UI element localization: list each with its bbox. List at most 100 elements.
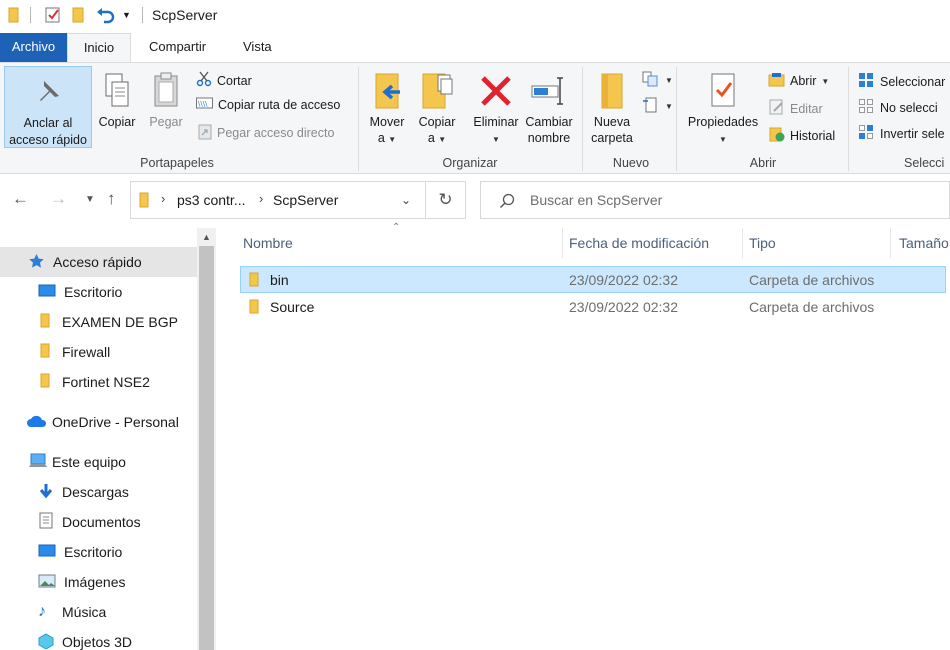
recent-locations-chevron-icon[interactable]: ▼ [85,194,95,205]
nav-item-imagenes[interactable]: Imágenes [0,567,197,597]
nav-item-escritorio-2[interactable]: Escritorio [0,537,197,567]
open-button[interactable]: Abrir ▼ [768,72,829,90]
sort-ascending-icon: ⌃ [392,222,401,233]
column-header-tamano[interactable]: Tamaño [899,228,950,258]
nav-item-escritorio[interactable]: Escritorio [0,277,197,307]
select-none-label: No selecci [880,100,938,115]
search-placeholder: Buscar en ScpServer [530,192,663,208]
new-folder-icon[interactable] [70,6,86,27]
paste-button[interactable]: Pegar [144,66,188,130]
nav-item-onedrive[interactable]: OneDrive - Personal [0,407,197,437]
breadcrumb-chevron-icon[interactable]: › [161,191,165,206]
scroll-up-icon[interactable]: ▲ [199,228,214,246]
file-row[interactable]: Source 23/09/2022 02:32 Carpeta de archi… [240,294,946,321]
move-to-a: a [377,131,385,145]
delete-caret-icon: ▼ [492,135,500,144]
forward-arrow-icon[interactable]: → [50,189,67,209]
new-item-button[interactable]: ▼ [642,71,673,90]
column-header-fecha[interactable]: Fecha de modificación [569,228,709,258]
edit-label: Editar [790,101,823,116]
move-to-button[interactable]: Mover a ▼ [364,66,410,148]
pin-quick-access-button[interactable]: Anclar al acceso rápido [4,66,92,148]
copy-button[interactable]: Copiar [94,66,140,130]
select-none-button[interactable]: No selecci [858,98,938,117]
title-divider [30,7,31,23]
ribbon: Anclar al acceso rápido Copiar Pegar Cor… [0,62,950,174]
desktop-icon [38,284,56,301]
move-to-caret-icon: ▼ [388,135,397,144]
group-label-nuevo: Nuevo [612,156,650,170]
address-dropdown-icon[interactable]: ⌄ [401,193,411,207]
search-box[interactable]: Buscar en ScpServer [480,181,950,219]
breadcrumb-ps3-controller[interactable]: ps3 contr... [177,192,245,208]
select-all-label: Seleccionar [880,74,946,89]
nav-item-quick-access[interactable]: Acceso rápido [0,247,197,277]
cut-button[interactable]: Cortar [196,71,252,90]
rename-button[interactable]: Cambiar nombre [522,66,576,146]
nav-item-objetos-3d[interactable]: Objetos 3D [0,627,197,650]
folder-icon [249,299,259,317]
rename-label-1: Cambiar [525,115,573,129]
copy-path-icon: \\\\ [196,97,213,112]
tab-inicio[interactable]: Inicio [67,33,131,63]
nav-item-fortinet[interactable]: Fortinet NSE2 [0,367,197,397]
column-header-nombre[interactable]: Nombre [243,228,293,258]
file-name: bin [270,272,289,288]
move-to-icon [364,66,410,110]
easy-access-button[interactable]: ▼ [642,97,673,116]
refresh-button[interactable]: ↻ [426,181,466,219]
group-label-abrir: Abrir [749,156,777,170]
nav-scrollbar-thumb[interactable] [199,246,214,650]
nav-label-examen-bgp: EXAMEN DE BGP [62,314,178,330]
rename-label-2: nombre [527,131,571,145]
column-header-tipo[interactable]: Tipo [749,228,776,258]
nav-item-documentos[interactable]: Documentos [0,507,197,537]
tab-compartir[interactable]: Compartir [137,33,218,62]
invert-selection-button[interactable]: Invertir sele [858,124,945,143]
select-all-button[interactable]: Seleccionar [858,72,945,91]
breadcrumb-chevron-icon-2[interactable]: › [259,191,263,206]
customize-toolbar-icon[interactable]: ▼ [122,10,131,20]
ribbon-tabs: Archivo Inicio Compartir Vista [0,32,950,63]
nav-item-this-pc[interactable]: Este equipo [0,447,197,477]
download-arrow-icon [38,483,54,502]
breadcrumb-scpserver[interactable]: ScpServer [273,192,338,208]
nav-label-fortinet: Fortinet NSE2 [62,374,150,390]
properties-button[interactable]: Propiedades ▼ [684,66,762,148]
new-folder-big-icon [586,66,638,110]
computer-icon [28,453,48,472]
easy-access-icon [642,97,660,116]
nav-label-onedrive: OneDrive - Personal [52,414,179,430]
file-type: Carpeta de archivos [749,299,875,315]
nav-label-escritorio: Escritorio [64,284,123,300]
desktop-icon [38,544,56,561]
properties-checkbox-icon[interactable] [44,6,62,27]
ribbon-divider-2 [582,67,583,171]
new-folder-label-1: Nueva [593,115,631,129]
edit-button[interactable]: Editar [769,99,823,118]
document-icon [38,512,54,532]
file-row[interactable]: bin 23/09/2022 02:32 Carpeta de archivos [240,266,946,293]
nav-item-firewall[interactable]: Firewall [0,337,197,367]
up-arrow-icon[interactable]: ↑ [107,189,116,209]
address-bar[interactable]: › ps3 contr... › ScpServer ⌄ [130,181,426,219]
delete-button[interactable]: Eliminar ▼ [470,66,522,148]
file-date: 23/09/2022 02:32 [569,272,678,288]
paste-shortcut-button[interactable]: Pegar acceso directo [198,123,334,143]
pin-label-2: acceso rápido [9,133,87,147]
tab-archivo[interactable]: Archivo [0,33,67,62]
undo-icon[interactable] [95,6,115,27]
folder-icon [249,272,259,290]
move-to-label-2: a ▼ [364,130,410,148]
delete-icon [470,66,522,110]
back-arrow-icon[interactable]: ← [12,189,29,209]
copy-path-button[interactable]: \\\\ Copiar ruta de acceso [196,97,340,112]
copy-to-button[interactable]: Copiar a ▼ [414,66,460,148]
nav-item-examen-bgp[interactable]: EXAMEN DE BGP [0,307,197,337]
nav-item-descargas[interactable]: Descargas [0,477,197,507]
nav-item-musica[interactable]: ♪ Música [0,597,197,627]
properties-icon [684,66,762,110]
new-folder-button[interactable]: Nueva carpeta [586,66,638,146]
tab-vista[interactable]: Vista [231,33,284,62]
history-button[interactable]: Historial [769,126,835,145]
